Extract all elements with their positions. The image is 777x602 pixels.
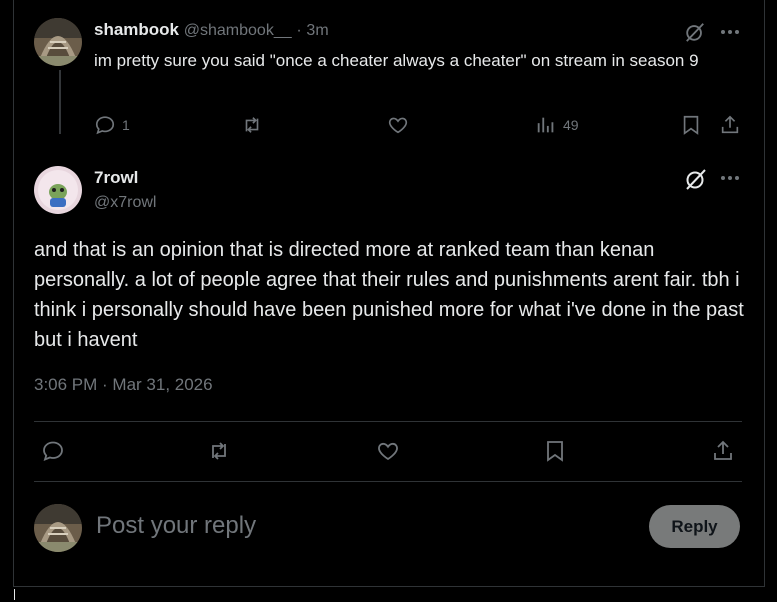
reply-input[interactable]: Post your reply <box>96 512 256 540</box>
thread-connector <box>59 70 61 134</box>
reply-button[interactable]: Reply <box>649 505 740 548</box>
share-icon[interactable] <box>710 438 736 464</box>
user-handle[interactable]: @shambook__ <box>184 22 292 39</box>
divider <box>34 421 742 422</box>
bookmark-icon[interactable] <box>542 438 568 464</box>
retweet-icon[interactable] <box>206 438 232 464</box>
time-ago[interactable]: 3m <box>306 22 328 39</box>
avatar-current-user[interactable] <box>34 504 82 552</box>
reply-tweet-text: im pretty sure you said "once a cheater … <box>94 51 699 70</box>
reply-icon[interactable] <box>40 438 66 464</box>
reply-icon[interactable] <box>93 113 117 137</box>
reply-tweet-header: shambook @shambook__ · 3m <box>94 20 329 40</box>
view-count: 49 <box>563 117 579 133</box>
more-icon[interactable] <box>718 20 742 44</box>
text-cursor <box>14 589 15 600</box>
divider <box>34 481 742 482</box>
main-tweet-text: and that is an opinion that is directed … <box>34 239 744 351</box>
heart-icon[interactable] <box>386 113 410 137</box>
user-handle[interactable]: @x7rowl <box>94 194 156 212</box>
views-icon[interactable] <box>534 113 558 137</box>
avatar-shambook[interactable] <box>34 18 82 66</box>
reply-count: 1 <box>122 117 130 133</box>
separator: · <box>296 22 302 39</box>
share-icon[interactable] <box>718 113 742 137</box>
tweet-timestamp[interactable]: 3:06 PM · Mar 31, 2026 <box>34 375 213 395</box>
more-icon[interactable] <box>718 166 742 190</box>
retweet-icon[interactable] <box>240 113 264 137</box>
avatar-7rowl[interactable] <box>34 166 82 214</box>
bookmark-icon[interactable] <box>679 113 703 137</box>
display-name[interactable]: shambook <box>94 20 179 39</box>
grok-icon[interactable] <box>683 166 709 192</box>
display-name[interactable]: 7rowl <box>94 168 138 188</box>
heart-icon[interactable] <box>375 438 401 464</box>
grok-icon[interactable] <box>683 20 707 44</box>
